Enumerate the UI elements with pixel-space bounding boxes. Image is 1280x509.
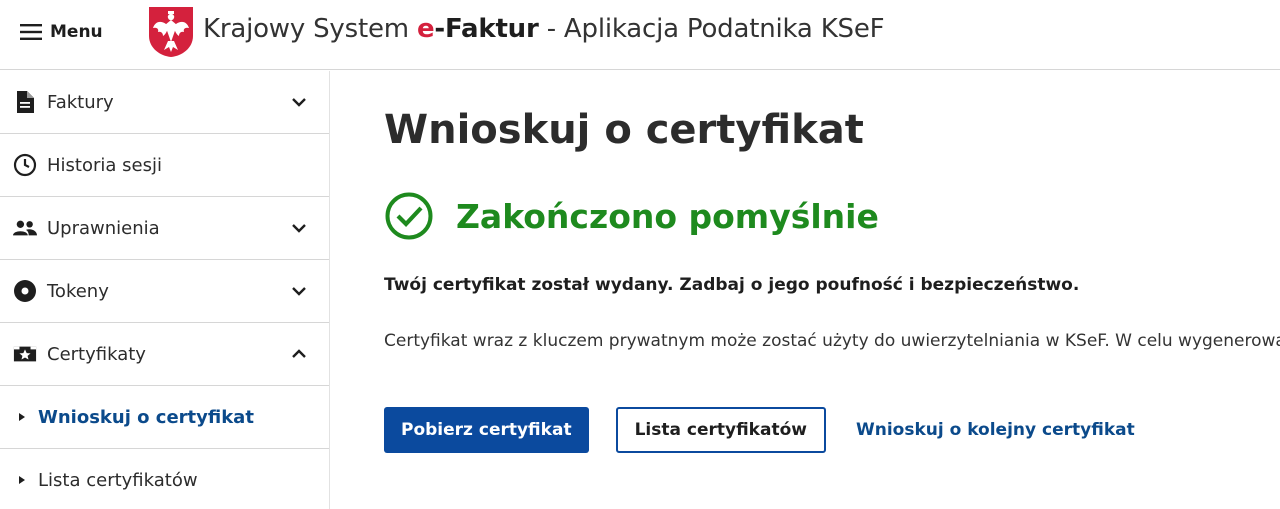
sidebar-nav: Faktury Historia sesji Uprawnienia Token… bbox=[0, 71, 330, 509]
triangle-right-icon bbox=[19, 413, 25, 421]
chevron-down-icon bbox=[292, 224, 306, 233]
sidebar-subitem-wnioskuj-o-certyfikat[interactable]: Wnioskuj o certyfikat bbox=[0, 386, 329, 449]
sidebar-item-certyfikaty[interactable]: Certyfikaty bbox=[0, 323, 329, 386]
lead-text: Twój certyfikat został wydany. Zadbaj o … bbox=[384, 275, 1080, 295]
main-content: Wnioskuj o certyfikat Zakończono pomyśln… bbox=[384, 71, 1280, 509]
sidebar-subitem-label: Lista certyfikatów bbox=[38, 469, 198, 491]
success-text: Zakończono pomyślnie bbox=[456, 196, 879, 236]
action-bar: Pobierz certyfikat Lista certyfikatów Wn… bbox=[384, 407, 1135, 453]
menu-label: Menu bbox=[50, 22, 103, 42]
document-icon bbox=[13, 90, 37, 114]
sidebar-item-label: Tokeny bbox=[47, 280, 109, 302]
token-icon bbox=[13, 279, 37, 303]
coat-of-arms-icon bbox=[149, 7, 193, 57]
chevron-down-icon bbox=[292, 287, 306, 296]
sidebar-item-historia-sesji[interactable]: Historia sesji bbox=[0, 134, 329, 197]
sidebar-item-label: Uprawnienia bbox=[47, 217, 160, 239]
app-header: Menu Krajowy System e-Faktur - Aplikacja… bbox=[0, 0, 1280, 70]
sidebar-item-faktury[interactable]: Faktury bbox=[0, 71, 329, 134]
sidebar-subitem-lista-certyfikatow[interactable]: Lista certyfikatów bbox=[0, 449, 329, 509]
sidebar-item-tokeny[interactable]: Tokeny bbox=[0, 260, 329, 323]
description-text: Certyfikat wraz z kluczem prywatnym może… bbox=[384, 331, 1280, 351]
sidebar-item-label: Faktury bbox=[47, 91, 114, 113]
app-title: Krajowy System e-Faktur - Aplikacja Poda… bbox=[203, 14, 885, 44]
clock-icon bbox=[13, 153, 37, 177]
menu-button[interactable]: Menu bbox=[20, 20, 103, 44]
page-title: Wnioskuj o certyfikat bbox=[384, 107, 864, 153]
sidebar-subitem-label: Wnioskuj o certyfikat bbox=[38, 406, 254, 428]
request-another-certificate-link[interactable]: Wnioskuj o kolejny certyfikat bbox=[856, 420, 1135, 440]
sidebar-item-label: Certyfikaty bbox=[47, 343, 146, 365]
sidebar-item-label: Historia sesji bbox=[47, 154, 162, 176]
users-icon bbox=[13, 216, 37, 240]
certificate-list-button[interactable]: Lista certyfikatów bbox=[615, 407, 826, 453]
hamburger-icon bbox=[20, 24, 42, 40]
check-circle-icon bbox=[385, 192, 433, 240]
sidebar-item-uprawnienia[interactable]: Uprawnienia bbox=[0, 197, 329, 260]
download-certificate-button[interactable]: Pobierz certyfikat bbox=[384, 407, 589, 453]
certificate-icon bbox=[13, 342, 37, 366]
success-status: Zakończono pomyślnie bbox=[384, 189, 879, 243]
chevron-down-icon bbox=[292, 98, 306, 107]
triangle-right-icon bbox=[19, 476, 25, 484]
chevron-up-icon bbox=[292, 349, 306, 358]
